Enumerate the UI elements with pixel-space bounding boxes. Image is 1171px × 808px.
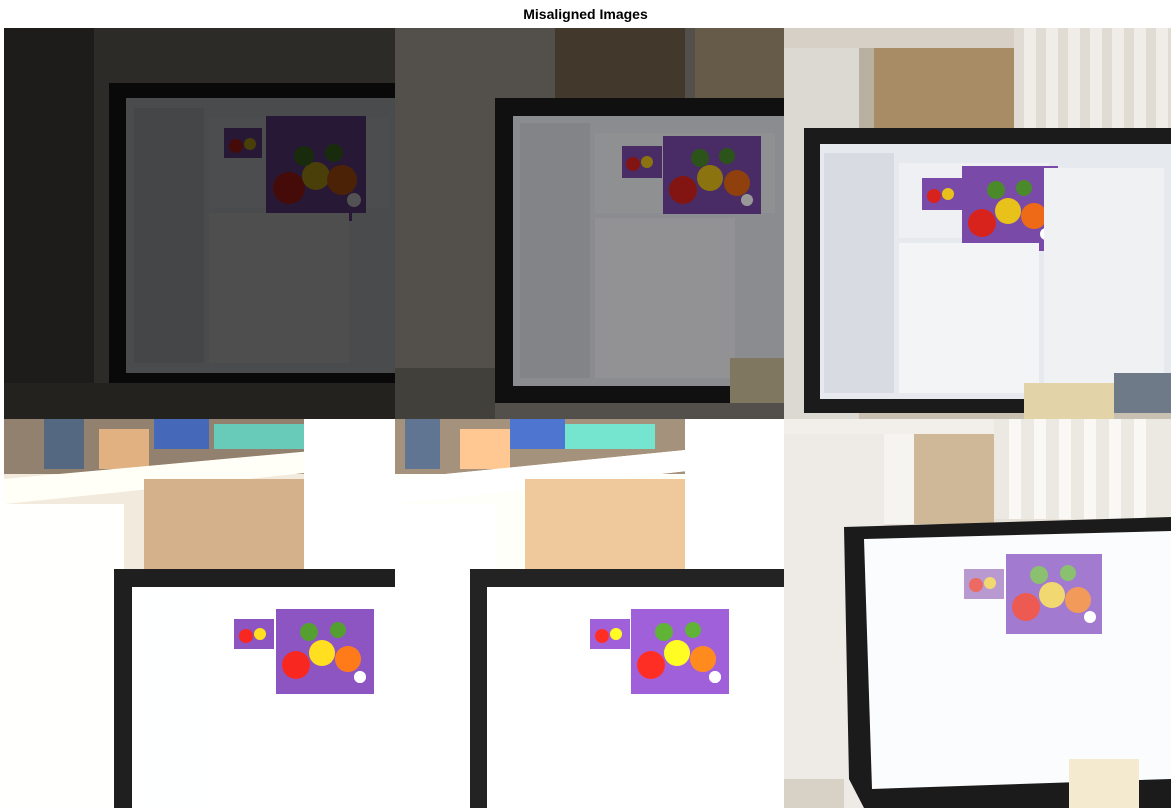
photo-tile-5 bbox=[395, 419, 784, 808]
figure-title: Misaligned Images bbox=[523, 6, 648, 22]
photo-tile-1 bbox=[4, 28, 395, 419]
photo-tile-2 bbox=[395, 28, 784, 419]
photo-tile-4 bbox=[4, 419, 395, 808]
image-montage bbox=[4, 28, 1171, 808]
photo-tile-3 bbox=[784, 28, 1171, 419]
photo-tile-6 bbox=[784, 419, 1171, 808]
